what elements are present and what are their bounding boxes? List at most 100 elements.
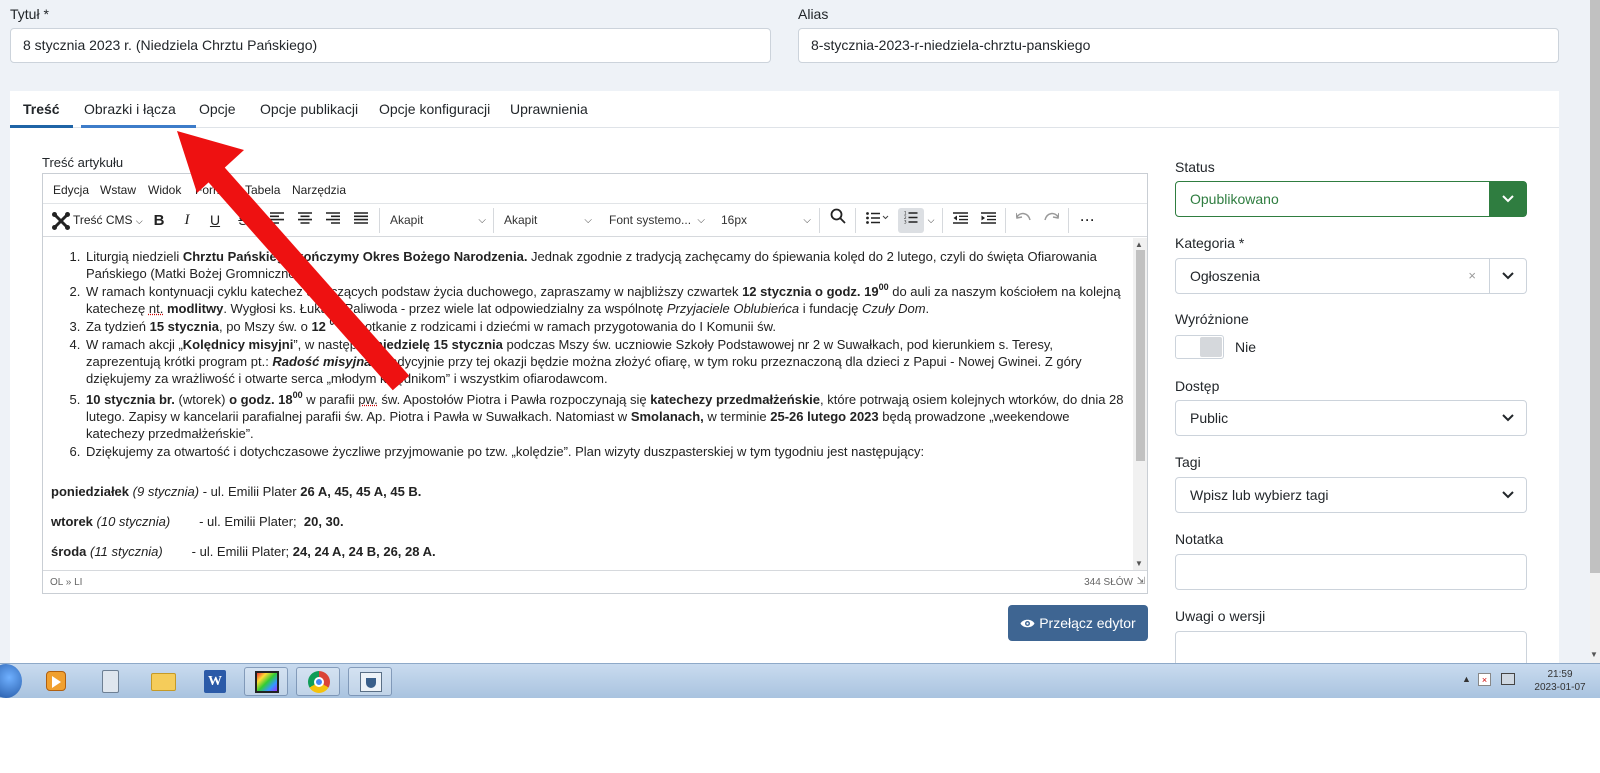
menu-edycja[interactable]: Edycja [53,183,89,197]
scroll-down-icon[interactable]: ▼ [1590,650,1598,659]
align-left-icon[interactable] [265,204,289,237]
text: Przyjaciele Oblubieńca [666,301,800,316]
start-button[interactable] [0,664,22,698]
text: 10 stycznia br. [86,392,175,407]
schedule-monday: poniedziałek (9 stycznia) - ul. Emilii P… [51,483,421,500]
more-icon[interactable]: ··· [1073,204,1103,237]
scroll-up-icon[interactable]: ▲ [1135,240,1143,249]
editor-scrollbar-thumb[interactable] [1136,250,1145,461]
svg-text:3: 3 [904,220,907,225]
underline-button[interactable]: U [203,204,227,237]
text: Czuły Dom [861,301,926,316]
text: (9 stycznia) [129,484,200,499]
clear-icon[interactable]: × [1468,259,1476,293]
list-item: 10 stycznia br. (wtorek) o godz. 1800 w … [84,390,1124,442]
tab-opcje-publikacji[interactable]: Opcje publikacji [247,91,371,128]
category-label: Kategoria * [1175,235,1245,251]
toolbar-separator [819,208,820,233]
text: (10 stycznia) [92,514,171,529]
font-family-value: Font systemo... [609,213,692,227]
align-justify-icon[interactable] [349,204,373,237]
category-select[interactable]: Ogłoszenia × [1175,258,1527,294]
word-icon[interactable]: W [192,667,236,696]
tab-uprawnienia[interactable]: Uprawnienia [497,91,601,128]
tab-opcje[interactable]: Opcje [186,91,249,128]
title-input[interactable]: 8 stycznia 2023 r. (Niedziela Chrztu Pań… [10,28,771,63]
cms-content-label: Treść CMS [73,213,133,227]
calculator-icon[interactable] [88,667,132,696]
chevron-down-icon: ⌵ [584,215,592,226]
numbered-list-icon[interactable]: 123 [898,208,924,233]
tab-tresc[interactable]: Treść [10,91,73,128]
chevron-down-icon [1489,478,1526,512]
search-icon[interactable] [825,204,851,237]
redo-icon[interactable] [1038,204,1064,237]
font-size-value: 16px [721,213,748,227]
list-item: W ramach kontynuacji cyklu katechez doty… [84,281,1124,317]
undo-icon[interactable] [1010,204,1036,237]
file-explorer-icon[interactable] [141,667,185,696]
text: w terminie [703,409,771,424]
clock-date: 2023-01-07 [1534,682,1586,693]
alias-input[interactable]: 8-stycznia-2023-r-niedziela-chrztu-pansk… [798,28,1559,63]
tab-obrazki[interactable]: Obrazki i łącza [71,91,189,128]
text: św. Apostołów Piotra i Pawła rozpoczynaj… [377,392,651,407]
page-scrollbar-thumb[interactable] [1590,0,1600,573]
media-player-icon[interactable] [34,667,78,696]
menu-format[interactable]: Format [195,183,233,197]
block-format-select-2[interactable]: Akapit ⌵ [494,204,598,237]
blank-area [0,698,1600,773]
tabs-bar: Treść Obrazki i łącza Opcje Opcje publik… [10,91,1559,128]
status-select[interactable]: Opublikowano [1175,181,1527,217]
access-select[interactable]: Public [1175,400,1527,436]
bold-button[interactable]: B [147,204,171,237]
cms-content-dropdown[interactable]: Treść CMS ⌵ [73,204,143,237]
strikethrough-button[interactable]: S [231,204,255,237]
chevron-down-icon: ⌵ [803,215,811,226]
list-item: Liturgią niedzieli Chrztu Pańskiego końc… [84,248,1124,282]
photo-app-icon[interactable] [244,667,288,696]
joomla-logo-icon[interactable] [49,204,73,237]
version-note-input[interactable] [1175,631,1527,663]
menu-tabela[interactable]: Tabela [245,183,280,197]
chevron-down-icon[interactable]: ⌵ [924,204,938,237]
outdent-icon[interactable] [947,204,973,237]
block-format-select-1[interactable]: Akapit ⌵ [380,204,492,237]
italic-button[interactable]: I [175,204,199,237]
font-size-select[interactable]: 16px ⌵ [711,204,817,237]
chevron-down-icon [1489,401,1526,435]
text: 26 A, 45, 45 A, 45 B. [300,484,422,499]
tab-opcje-konfiguracji[interactable]: Opcje konfiguracji [366,91,503,128]
taskbar-clock[interactable]: 21:59 2023-01-07 [1527,668,1593,694]
featured-toggle[interactable] [1175,335,1224,359]
switch-editor-button[interactable]: Przełącz edytor [1008,605,1148,641]
indent-icon[interactable] [975,204,1001,237]
menu-widok[interactable]: Widok [148,183,181,197]
font-family-select[interactable]: Font systemo... ⌵ [599,204,711,237]
scroll-down-icon[interactable]: ▼ [1135,559,1143,568]
menu-narzedzia[interactable]: Narzędzia [292,183,346,197]
text: modlitwy [166,301,224,316]
text: katechezy przedmałżeńskie [650,392,821,407]
editor-content[interactable]: Liturgią niedzieli Chrztu Pańskiego końc… [43,238,1131,570]
block-format-1-value: Akapit [390,213,424,227]
text: - ul. Emilii Plater [199,484,301,499]
title-label: Tytuł * [10,6,49,22]
tray-expand-icon[interactable]: ▲ [1462,674,1471,684]
note-input[interactable] [1175,554,1527,590]
app-window-icon[interactable] [348,667,392,696]
menu-wstaw[interactable]: Wstaw [100,183,136,197]
element-path[interactable]: OL » LI [50,577,82,588]
action-center-icon[interactable]: × [1478,673,1491,686]
word-count: 344 SŁÓW [1084,577,1133,588]
tags-select[interactable]: Wpisz lub wybierz tagi [1175,477,1527,513]
text: 00 [878,281,889,292]
align-right-icon[interactable] [321,204,345,237]
align-center-icon[interactable] [293,204,317,237]
chrome-icon[interactable] [296,667,340,696]
bullet-list-icon[interactable] [861,204,895,237]
resize-handle-icon[interactable]: ⇲ [1137,576,1145,587]
text: niedzielę 15 stycznia [375,337,503,352]
alias-label: Alias [798,6,829,22]
network-icon[interactable] [1501,673,1515,685]
